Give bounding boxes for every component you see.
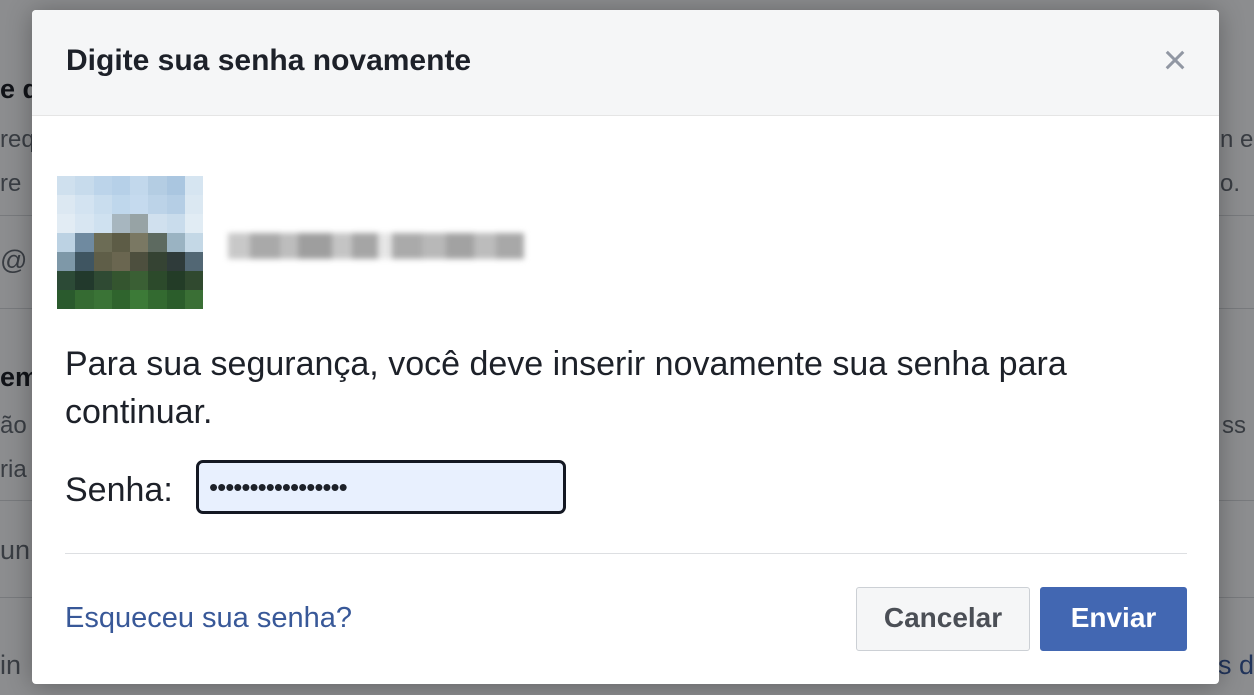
avatar-pixel: [93, 233, 112, 252]
avatar-pixel: [57, 176, 76, 195]
reauth-dialog: Digite sua senha novamente × Para sua se…: [32, 10, 1219, 684]
footer-divider: [65, 553, 1187, 554]
avatar-pixel: [75, 176, 94, 195]
avatar-pixel: [184, 176, 203, 195]
send-button[interactable]: Enviar: [1040, 587, 1187, 651]
avatar-pixel: [57, 290, 76, 309]
avatar-pixel: [184, 290, 203, 309]
avatar-pixel: [148, 290, 167, 309]
avatar-pixel: [184, 214, 203, 233]
user-name-blurred: [228, 233, 524, 259]
avatar-pixel: [75, 252, 94, 271]
name-blur-block: [228, 233, 250, 259]
avatar-pixel: [75, 290, 94, 309]
avatar-pixel: [148, 252, 167, 271]
avatar-pixel: [166, 271, 185, 290]
avatar-pixel: [130, 233, 149, 252]
avatar-pixel: [166, 290, 185, 309]
avatar-pixel: [148, 271, 167, 290]
avatar-pixel: [130, 252, 149, 271]
name-blur-block: [298, 233, 332, 259]
avatar-pixel: [148, 176, 167, 195]
name-blur-block: [352, 233, 378, 259]
avatar-pixel: [130, 271, 149, 290]
avatar-pixel: [75, 271, 94, 290]
password-field[interactable]: [196, 460, 566, 514]
avatar-pixel: [166, 214, 185, 233]
avatar-pixel: [130, 195, 149, 214]
name-blur-block: [280, 233, 298, 259]
name-blur-block: [446, 233, 474, 259]
avatar-pixel: [111, 271, 130, 290]
avatar-pixel: [57, 252, 76, 271]
avatar-pixel: [166, 176, 185, 195]
avatar-pixel: [184, 271, 203, 290]
avatar: [57, 176, 203, 309]
avatar-pixel: [75, 195, 94, 214]
password-label: Senha:: [65, 471, 173, 509]
avatar-pixel: [148, 214, 167, 233]
avatar-pixel: [111, 195, 130, 214]
name-blur-block: [474, 233, 496, 259]
name-blur-block: [250, 233, 280, 259]
avatar-pixel: [93, 290, 112, 309]
avatar-pixel: [93, 214, 112, 233]
security-message: Para sua segurança, você deve inserir no…: [65, 345, 1067, 431]
avatar-pixel: [111, 176, 130, 195]
avatar-pixel: [93, 176, 112, 195]
avatar-pixel: [166, 195, 185, 214]
avatar-pixel: [75, 214, 94, 233]
avatar-pixel: [57, 195, 76, 214]
avatar-pixel: [57, 214, 76, 233]
avatar-pixel: [111, 214, 130, 233]
forgot-password-link[interactable]: Esqueceu sua senha?: [65, 602, 352, 635]
name-blur-block: [332, 233, 352, 259]
avatar-pixel: [148, 195, 167, 214]
avatar-pixel: [130, 214, 149, 233]
avatar-pixel: [148, 233, 167, 252]
avatar-pixel: [166, 252, 185, 271]
name-blur-block: [496, 233, 524, 259]
avatar-pixel: [93, 271, 112, 290]
avatar-pixel: [111, 252, 130, 271]
avatar-pixel: [75, 233, 94, 252]
name-blur-block: [422, 233, 446, 259]
dialog-header: Digite sua senha novamente ×: [32, 10, 1219, 116]
avatar-pixel: [93, 195, 112, 214]
close-icon[interactable]: ×: [1157, 39, 1193, 81]
avatar-pixel: [57, 271, 76, 290]
avatar-pixel: [111, 233, 130, 252]
dialog-title: Digite sua senha novamente: [66, 44, 472, 77]
avatar-pixel: [111, 290, 130, 309]
avatar-pixel: [184, 252, 203, 271]
avatar-pixel: [166, 233, 185, 252]
avatar-pixel: [57, 233, 76, 252]
avatar-pixel: [93, 252, 112, 271]
avatar-pixel: [184, 233, 203, 252]
name-blur-block: [392, 233, 422, 259]
avatar-pixel: [130, 176, 149, 195]
avatar-pixel: [184, 195, 203, 214]
avatar-pixel: [130, 290, 149, 309]
name-blur-block: [378, 233, 392, 259]
cancel-button[interactable]: Cancelar: [856, 587, 1030, 651]
